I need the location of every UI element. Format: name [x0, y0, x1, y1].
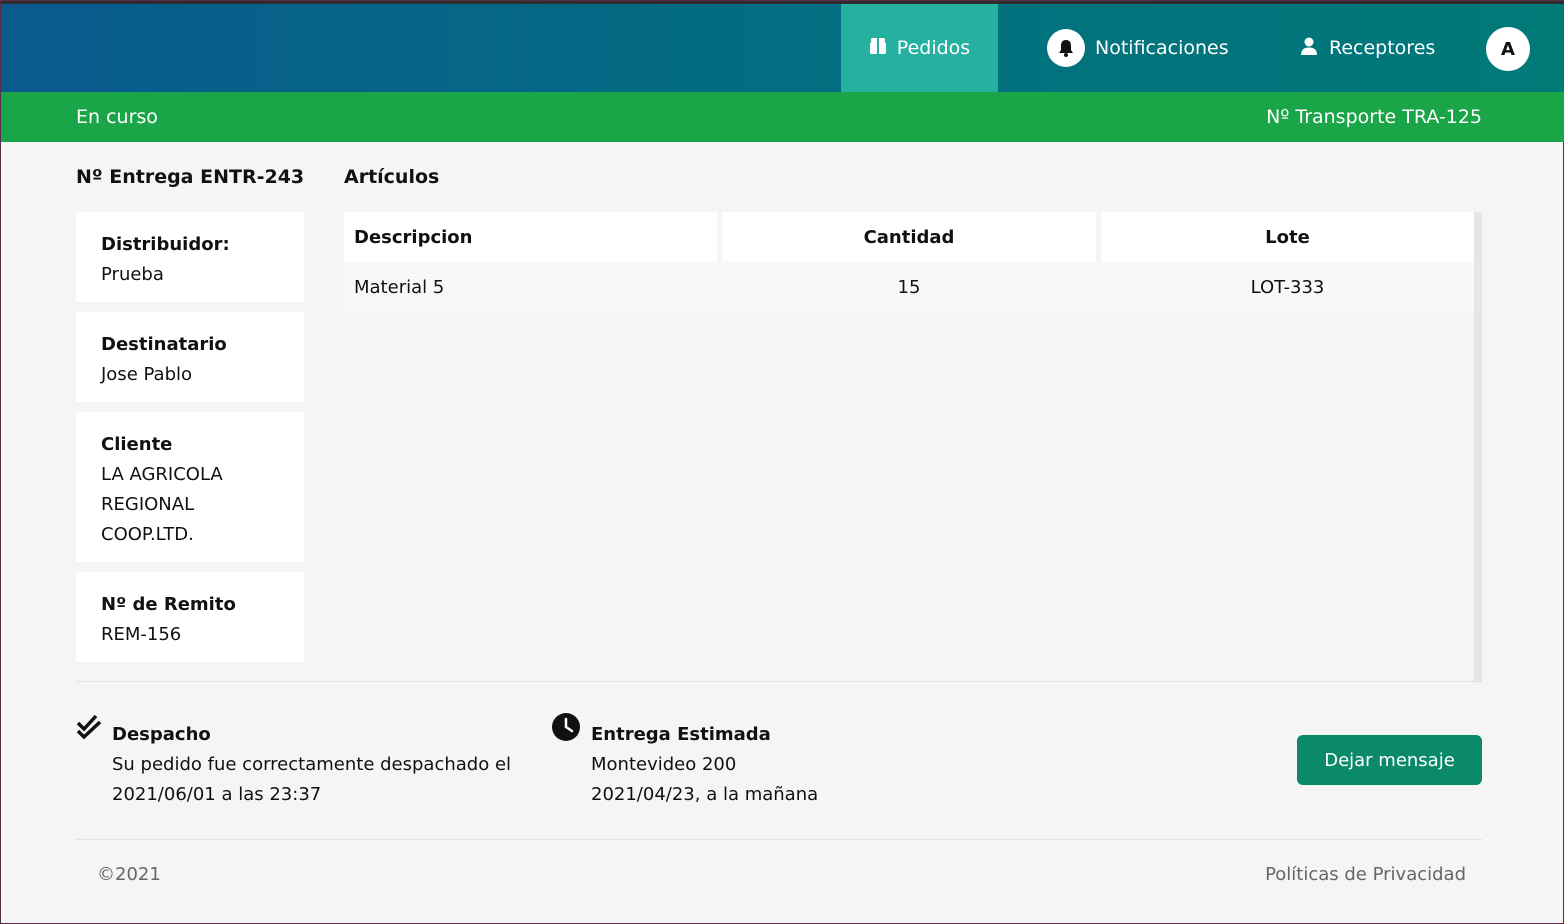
double-check-icon: [76, 713, 104, 745]
client-value-line: COOP.LTD.: [101, 524, 194, 545]
estimated-delivery-info: Entrega Estimada Montevideo 200 2021/04/…: [591, 720, 891, 810]
estimated-delivery-line: 2021/04/23, a la mañana: [591, 784, 819, 805]
client-label: Cliente: [101, 434, 173, 455]
remito-card: Nº de Remito REM-156: [76, 572, 304, 662]
cell-descripcion: Material 5: [354, 276, 445, 298]
privacy-link[interactable]: Políticas de Privacidad: [1265, 864, 1466, 885]
column-header-lote: Lote: [1101, 212, 1474, 262]
leave-message-button[interactable]: Dejar mensaje: [1297, 735, 1482, 785]
nav-notificaciones-label: Notificaciones: [1095, 37, 1229, 59]
recipient-value: Jose Pablo: [101, 364, 193, 385]
dispatch-line: 2021/06/01 a las 23:37: [112, 784, 322, 805]
transport-number: Nº Transporte TRA-125: [1266, 106, 1482, 128]
estimated-delivery-label: Entrega Estimada: [591, 724, 771, 745]
clock-icon: [551, 712, 581, 746]
divider: [76, 681, 1482, 682]
cell-lote: LOT-333: [1250, 276, 1325, 298]
client-value-line: REGIONAL: [101, 494, 195, 515]
package-icon: [869, 37, 887, 60]
remito-value: REM-156: [101, 624, 182, 645]
copyright: ©2021: [97, 864, 161, 885]
dispatch-info: Despacho Su pedido fue correctamente des…: [112, 720, 522, 810]
dispatch-label: Despacho: [112, 724, 211, 745]
top-navigation: Pedidos Notificaciones Receptores A: [1, 1, 1564, 92]
nav-pedidos[interactable]: Pedidos: [841, 4, 998, 92]
table-row: Material 5 15 LOT-333: [344, 262, 1474, 312]
avatar[interactable]: A: [1486, 27, 1530, 71]
items-title: Artículos: [344, 166, 440, 188]
nav-receptores[interactable]: Receptores: [1299, 4, 1435, 92]
divider: [76, 839, 1482, 840]
distributor-label: Distribuidor:: [101, 234, 230, 255]
bell-icon: [1047, 29, 1085, 67]
remito-label: Nº de Remito: [101, 594, 236, 615]
table-header: Descripcion Cantidad Lote: [344, 212, 1474, 262]
recipient-label: Destinatario: [101, 334, 227, 355]
items-table: Descripcion Cantidad Lote Material 5 15 …: [344, 212, 1482, 682]
column-header-cantidad: Cantidad: [722, 212, 1096, 262]
status-bar: En curso Nº Transporte TRA-125: [1, 92, 1564, 142]
user-icon: [1299, 36, 1319, 61]
column-header-descripcion: Descripcion: [344, 212, 717, 262]
recipient-card: Destinatario Jose Pablo: [76, 312, 304, 402]
status-badge: En curso: [76, 106, 158, 128]
client-card: Cliente LA AGRICOLA REGIONAL COOP.LTD.: [76, 412, 304, 562]
delivery-title: Nº Entrega ENTR-243: [76, 166, 305, 188]
distributor-card: Distribuidor: Prueba: [76, 212, 304, 302]
estimated-delivery-line: Montevideo 200: [591, 754, 737, 775]
nav-pedidos-label: Pedidos: [896, 37, 971, 59]
client-value-line: LA AGRICOLA: [101, 464, 223, 485]
nav-notificaciones[interactable]: Notificaciones: [1047, 4, 1229, 92]
distributor-value: Prueba: [101, 264, 164, 285]
nav-receptores-label: Receptores: [1329, 37, 1436, 59]
dispatch-line: Su pedido fue correctamente despachado e…: [112, 754, 512, 775]
cell-cantidad: 15: [897, 276, 921, 298]
